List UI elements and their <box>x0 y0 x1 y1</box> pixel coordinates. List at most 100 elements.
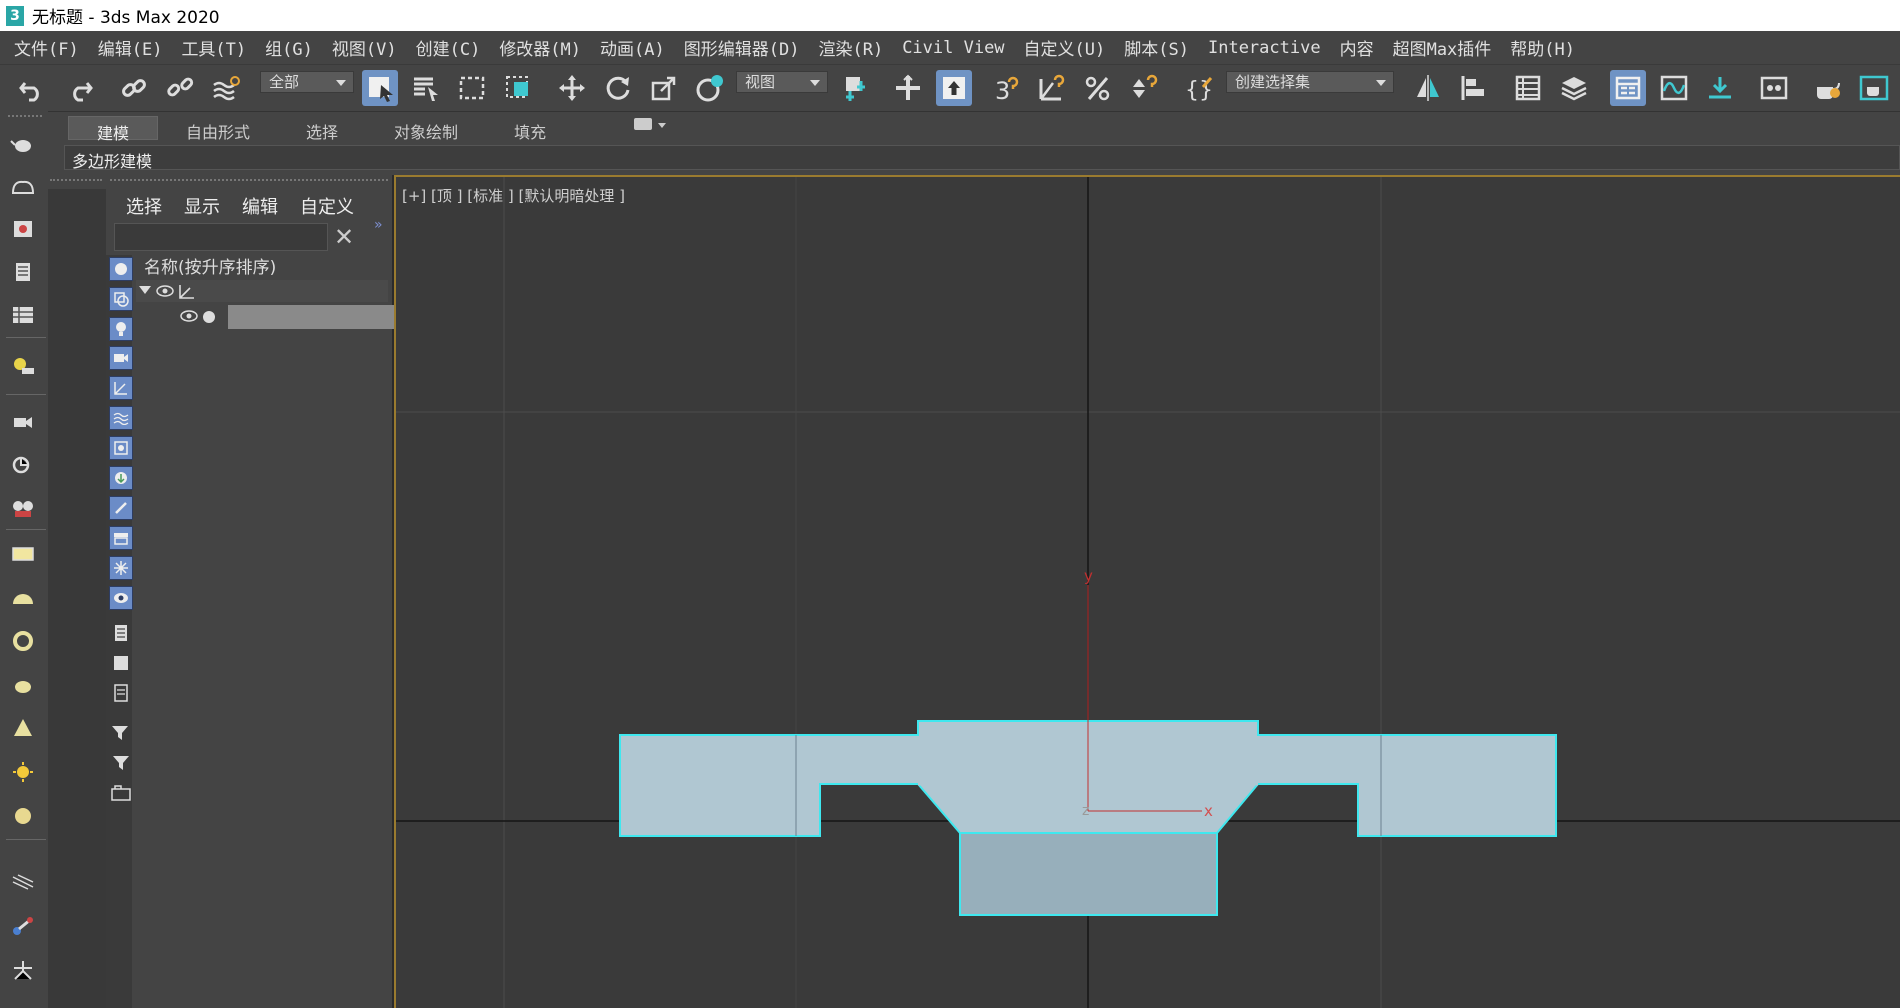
expand-icon[interactable]: » <box>374 217 383 233</box>
schematic-view-icon[interactable] <box>1702 70 1738 106</box>
filter-helpers-icon[interactable] <box>109 376 133 400</box>
utilities-icon[interactable] <box>10 497 36 519</box>
plane-icon[interactable] <box>10 543 36 565</box>
filter-bones-icon[interactable] <box>109 496 133 520</box>
menu-create[interactable]: 创建(C) <box>416 35 481 60</box>
chevron-down-icon[interactable] <box>658 123 666 128</box>
selected-object-name[interactable] <box>228 305 396 329</box>
filter-hidden-icon[interactable] <box>109 586 133 610</box>
bind-spacewarp-icon[interactable] <box>208 70 244 106</box>
select-manipulate-icon[interactable] <box>890 70 926 106</box>
menu-modifiers[interactable]: 修改器(M) <box>499 35 581 60</box>
redo-icon[interactable] <box>62 70 98 106</box>
top-viewport[interactable]: y x z [+] [顶 ] [标准 ] [默认明暗处理 ] <box>394 175 1900 1008</box>
panel-grip[interactable] <box>110 179 388 183</box>
light-bulb-icon[interactable] <box>10 356 36 378</box>
cone-icon[interactable] <box>10 717 36 739</box>
filter-cameras-icon[interactable] <box>109 346 133 370</box>
se-menu-customize[interactable]: 自定义 <box>300 193 354 219</box>
render-setup-icon[interactable] <box>1810 70 1846 106</box>
teapot-primitive-icon[interactable] <box>10 674 36 696</box>
menu-scripting[interactable]: 脚本(S) <box>1124 35 1189 60</box>
menu-interactive[interactable]: Interactive <box>1208 38 1321 58</box>
select-object-icon[interactable] <box>362 70 398 106</box>
angle-snap-icon[interactable] <box>1034 70 1070 106</box>
filter-lights-icon[interactable] <box>109 317 133 341</box>
edit-named-sets-icon[interactable]: {} <box>1180 70 1216 106</box>
sphere-icon[interactable] <box>10 805 36 827</box>
menu-tools[interactable]: 工具(T) <box>181 35 246 60</box>
menu-graph-editors[interactable]: 图形编辑器(D) <box>684 35 800 60</box>
rect-region-icon[interactable] <box>454 70 490 106</box>
viewport-canvas[interactable]: y x z <box>396 177 1900 1008</box>
unlink-icon[interactable] <box>162 70 198 106</box>
tab-object-paint[interactable]: 对象绘制 <box>366 116 486 142</box>
named-selection-dropdown[interactable]: 创建选择集 <box>1226 71 1394 93</box>
tab-modeling[interactable]: 建模 <box>68 116 159 143</box>
mirror-icon[interactable] <box>1410 70 1446 106</box>
ribbon-panel-polygon-modeling[interactable]: 多边形建模 <box>64 145 1900 171</box>
move-icon[interactable] <box>554 70 590 106</box>
sun-icon[interactable] <box>10 761 36 783</box>
menu-rendering[interactable]: 渲染(R) <box>818 35 883 60</box>
tab-freeform[interactable]: 自由形式 <box>158 116 278 142</box>
select-by-name-icon[interactable] <box>408 70 444 106</box>
torus-icon[interactable] <box>10 630 36 652</box>
percent-snap-icon[interactable] <box>1080 70 1116 106</box>
menu-edit[interactable]: 编辑(E) <box>98 35 163 60</box>
filter-funnel-icon[interactable] <box>109 751 133 775</box>
material-editor-icon[interactable] <box>1756 70 1792 106</box>
layer-explorer-icon[interactable] <box>1556 70 1592 106</box>
place-icon[interactable] <box>692 70 728 106</box>
reference-coord-dropdown[interactable]: 视图 <box>736 71 828 93</box>
column-header-name[interactable]: 名称(按升序排序) <box>136 253 388 278</box>
visibility-eye-icon[interactable] <box>156 284 174 298</box>
panel-grip[interactable] <box>8 115 42 118</box>
menu-animation[interactable]: 动画(A) <box>600 35 665 60</box>
align-icon[interactable] <box>1456 70 1492 106</box>
layer-folder-icon[interactable] <box>109 781 133 805</box>
menu-customize[interactable]: 自定义(U) <box>1024 35 1106 60</box>
bone-icon[interactable] <box>10 915 36 937</box>
filter-xrefs-icon[interactable] <box>109 466 133 490</box>
se-menu-display[interactable]: 显示 <box>184 193 220 219</box>
filter-funnel-settings-icon[interactable] <box>109 721 133 745</box>
scale-icon[interactable] <box>646 70 682 106</box>
filter-geometry-icon[interactable] <box>109 257 133 281</box>
keyboard-shortcut-override-icon[interactable] <box>936 70 972 106</box>
filter-frozen-icon[interactable] <box>109 556 133 580</box>
se-menu-edit[interactable]: 编辑 <box>242 193 278 219</box>
undo-icon[interactable] <box>14 70 50 106</box>
menu-group[interactable]: 组(G) <box>265 35 313 60</box>
se-menu-select[interactable]: 选择 <box>126 193 162 219</box>
scene-explorer-icon[interactable] <box>1510 70 1546 106</box>
biped-icon[interactable] <box>10 959 36 981</box>
filter-spacewarps-icon[interactable] <box>109 406 133 430</box>
curve-editor-icon[interactable] <box>1656 70 1692 106</box>
menu-help[interactable]: 帮助(H) <box>1510 35 1575 60</box>
filter-groups-icon[interactable] <box>109 436 133 460</box>
menu-civil-view[interactable]: Civil View <box>902 38 1004 58</box>
snap-toggle-icon[interactable]: 3 <box>988 70 1024 106</box>
invert-display-icon[interactable] <box>109 681 133 705</box>
menu-file[interactable]: 文件(F) <box>14 35 79 60</box>
pivot-icon[interactable] <box>838 70 874 106</box>
camera-icon[interactable] <box>10 411 36 433</box>
display-all-icon[interactable] <box>109 621 133 645</box>
hemisphere-icon[interactable] <box>10 587 36 609</box>
rotate-icon[interactable] <box>600 70 636 106</box>
menu-content[interactable]: 内容 <box>1340 35 1374 60</box>
motion-icon[interactable] <box>10 454 36 476</box>
filter-containers-icon[interactable] <box>109 526 133 550</box>
render-frame-icon[interactable] <box>1856 70 1892 106</box>
display-none-icon[interactable] <box>109 651 133 675</box>
visibility-eye-icon[interactable] <box>180 309 198 323</box>
list-item[interactable] <box>136 280 388 302</box>
tab-populate[interactable]: 填充 <box>486 116 574 142</box>
viewport-label-menu[interactable]: [+] [顶 ] [标准 ] [默认明暗处理 ] <box>402 185 625 206</box>
panel-grip[interactable] <box>50 179 102 183</box>
tab-selection[interactable]: 选择 <box>278 116 366 142</box>
cameras-icon[interactable] <box>10 261 36 283</box>
teapot-icon[interactable] <box>10 133 36 155</box>
menu-views[interactable]: 视图(V) <box>332 35 397 60</box>
